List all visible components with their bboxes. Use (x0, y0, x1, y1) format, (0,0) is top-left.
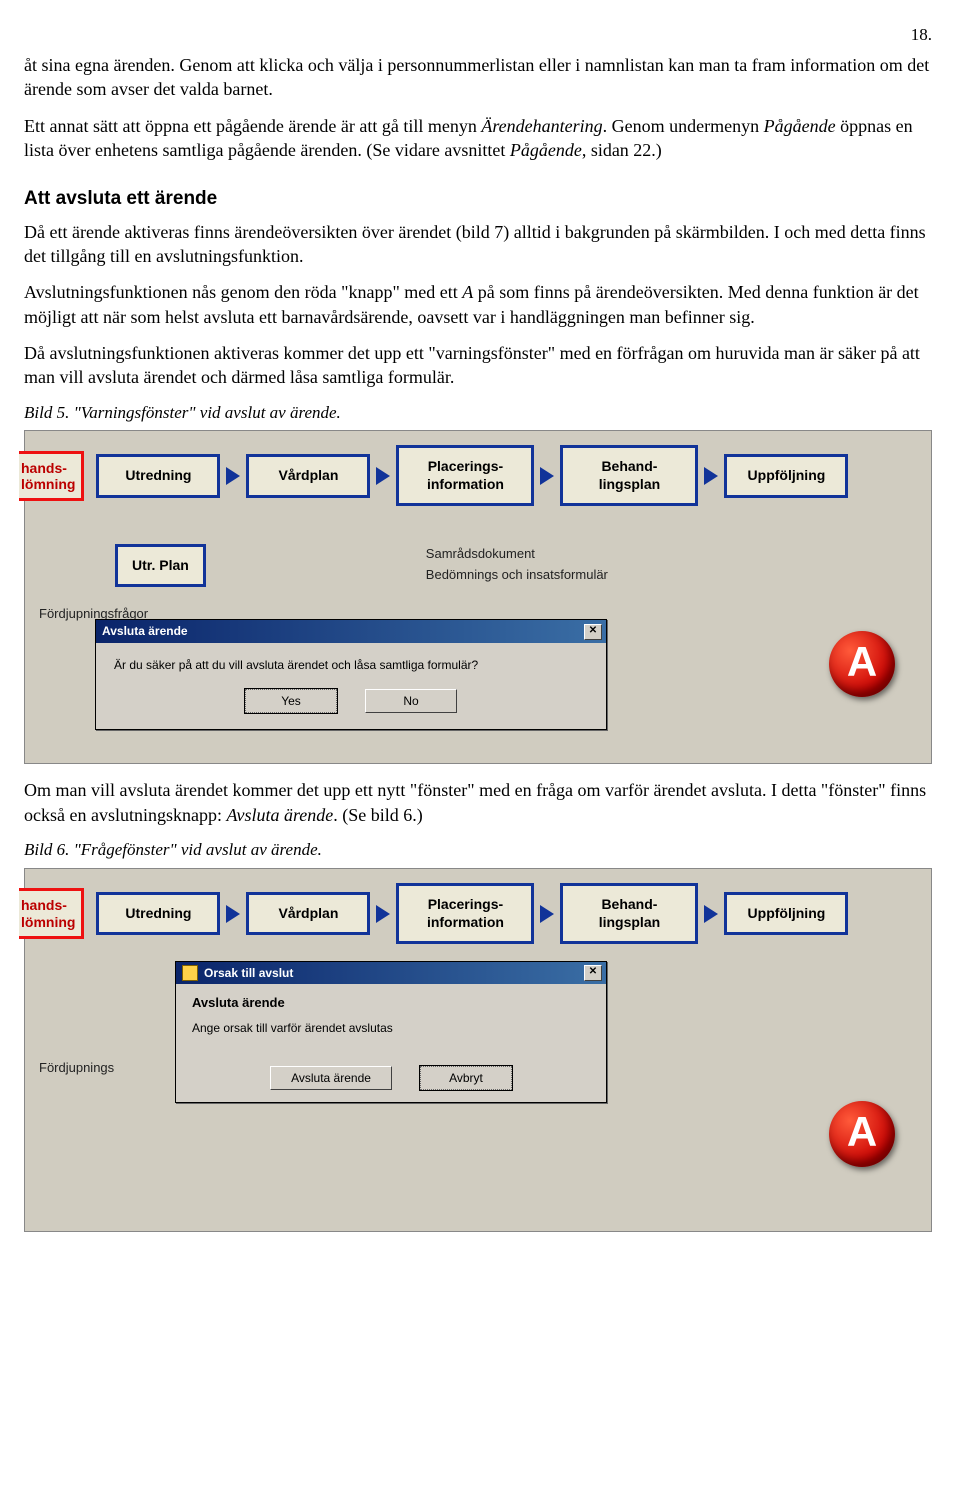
flow-box-uppfoljning[interactable]: Uppföljning (724, 454, 848, 498)
page-number: 18. (24, 24, 932, 47)
flow-box-placeringsinformation[interactable]: Placerings- information (396, 445, 534, 506)
cut-l1: hands- (21, 897, 67, 913)
flow-box-uppfoljning[interactable]: Uppföljning (724, 892, 848, 936)
p2-i3: Pågående (510, 140, 582, 160)
paragraph-1: åt sina egna ärenden. Genom att klicka o… (24, 53, 932, 102)
paragraph-5: Då avslutningsfunktionen aktiveras komme… (24, 341, 932, 390)
p6-a: Om man vill avsluta ärendet kommer det u… (24, 780, 926, 824)
p2-d: , sidan 22.) (582, 140, 662, 160)
flow-box-behandlingsplan[interactable]: Behand- lingsplan (560, 445, 698, 506)
app-icon (182, 965, 198, 981)
caption-bild-5: Bild 5. "Varningsfönster" vid avslut av … (24, 402, 932, 425)
b3-l1: Placerings- (428, 896, 503, 912)
arrow-icon (704, 467, 718, 485)
avsluta-red-button[interactable]: A (829, 631, 895, 697)
paragraph-6: Om man vill avsluta ärendet kommer det u… (24, 778, 932, 827)
side-l1: Samrådsdokument (426, 544, 608, 564)
side-l2: Bedömnings och insatsformulär (426, 565, 608, 585)
b4-l2: lingsplan (599, 476, 660, 492)
arrow-icon (540, 905, 554, 923)
caption-bild-6: Bild 6. "Frågefönster" vid avslut av äre… (24, 839, 932, 862)
dialog-message: Är du säker på att du vill avsluta ärend… (114, 657, 588, 673)
label-fordjupnings: Fördjupnings (39, 1059, 114, 1077)
flow-box-vardplan[interactable]: Vårdplan (246, 892, 370, 936)
section-heading: Att avsluta ett ärende (24, 186, 932, 212)
avbryt-button[interactable]: Avbryt (420, 1066, 512, 1090)
avsluta-red-button[interactable]: A (829, 1101, 895, 1167)
no-button[interactable]: No (365, 689, 457, 713)
cut-l1: hands- (21, 460, 67, 476)
paragraph-4: Avslutningsfunktionen nås genom den röda… (24, 280, 932, 329)
flow-box-handslomning[interactable]: hands- lömning (19, 451, 84, 501)
flow-box-vardplan[interactable]: Vårdplan (246, 454, 370, 498)
p2-i2: Pågående (764, 116, 836, 136)
dialog-subtext: Ange orsak till varför ärendet avslutas (192, 1020, 590, 1036)
p2-b: . Genom undermenyn (603, 116, 764, 136)
screenshot-bild-5: hands- lömning Utredning Vårdplan Placer… (24, 430, 932, 764)
b4-l1: Behand- (601, 896, 657, 912)
cut-l2: lömning (21, 914, 75, 930)
cut-l2: lömning (21, 476, 75, 492)
p6-b: . (Se bild 6.) (333, 805, 423, 825)
p4-i1: A (462, 282, 473, 302)
avsluta-arende-button[interactable]: Avsluta ärende (270, 1066, 392, 1090)
p2-a: Ett annat sätt att öppna ett pågående är… (24, 116, 481, 136)
b4-l2: lingsplan (599, 914, 660, 930)
p6-i1: Avsluta ärende (226, 805, 333, 825)
flow-row-2: Utr. Plan Samrådsdokument Bedömnings och… (115, 544, 931, 587)
close-icon[interactable]: ✕ (584, 624, 602, 640)
flow-box-handslomning[interactable]: hands- lömning (19, 888, 84, 938)
dialog-avsluta-arende: Avsluta ärende ✕ Är du säker på att du v… (95, 619, 607, 730)
p2-i1: Ärendehantering (481, 116, 602, 136)
screenshot-bild-6: hands- lömning Utredning Vårdplan Placer… (24, 868, 932, 1232)
arrow-icon (226, 905, 240, 923)
dialog-buttons: Avsluta ärende Avbryt (176, 1066, 606, 1090)
paragraph-2: Ett annat sätt att öppna ett pågående är… (24, 114, 932, 163)
p4-a: Avslutningsfunktionen nås genom den röda… (24, 282, 462, 302)
b4-l1: Behand- (601, 458, 657, 474)
paragraph-3: Då ett ärende aktiveras finns ärendeöver… (24, 220, 932, 269)
flow-box-utredning[interactable]: Utredning (96, 454, 220, 498)
flow-box-utr-plan[interactable]: Utr. Plan (115, 544, 206, 587)
flow-row: hands- lömning Utredning Vårdplan Placer… (19, 883, 931, 944)
dialog-titlebar[interactable]: Orsak till avslut ✕ (176, 962, 606, 984)
flow-box-placeringsinformation[interactable]: Placerings- information (396, 883, 534, 944)
b3-l1: Placerings- (428, 458, 503, 474)
arrow-icon (376, 467, 390, 485)
dialog-titlebar[interactable]: Avsluta ärende ✕ (96, 620, 606, 642)
flow-box-behandlingsplan[interactable]: Behand- lingsplan (560, 883, 698, 944)
side-labels: Samrådsdokument Bedömnings och insatsfor… (426, 544, 608, 584)
b3-l2: information (427, 476, 504, 492)
arrow-icon (376, 905, 390, 923)
dialog-buttons: Yes No (114, 689, 588, 713)
flow-row: hands- lömning Utredning Vårdplan Placer… (19, 445, 931, 506)
dialog-orsak-till-avslut: Orsak till avslut ✕ Avsluta ärende Ange … (175, 961, 607, 1103)
dialog-body: Är du säker på att du vill avsluta ärend… (96, 643, 606, 729)
arrow-icon (226, 467, 240, 485)
dialog-title: Avsluta ärende (102, 623, 188, 639)
b3-l2: information (427, 914, 504, 930)
flow-box-utredning[interactable]: Utredning (96, 892, 220, 936)
arrow-icon (704, 905, 718, 923)
yes-button[interactable]: Yes (245, 689, 337, 713)
arrow-icon (540, 467, 554, 485)
dialog-title: Orsak till avslut (204, 965, 293, 981)
close-icon[interactable]: ✕ (584, 965, 602, 981)
dialog-heading: Avsluta ärende (192, 994, 590, 1012)
